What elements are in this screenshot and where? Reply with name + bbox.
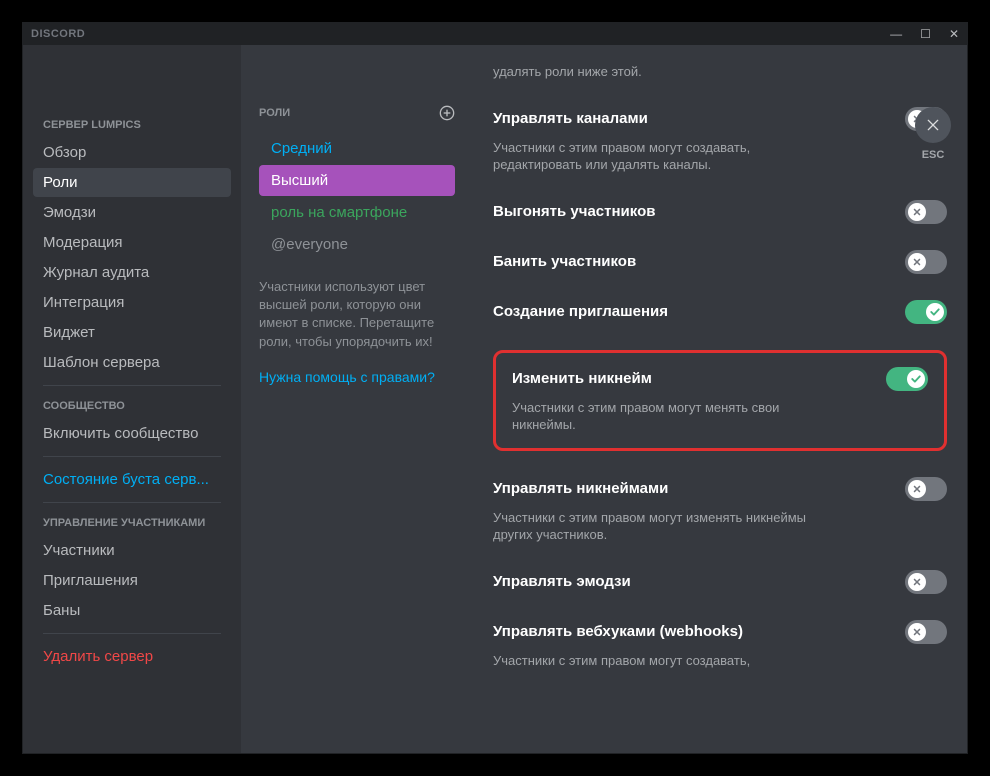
permission-block: Управлять эмодзи [493, 570, 947, 594]
titlebar: DISCORD — ☐ ✕ [23, 23, 967, 45]
permission-toggle[interactable] [905, 250, 947, 274]
sidebar-item[interactable]: Приглашения [33, 566, 231, 595]
x-icon [908, 253, 926, 271]
permission-row: Банить участников [493, 250, 947, 274]
permission-description: Участники с этим правом могут менять сво… [512, 399, 832, 434]
permission-row: Управлять никнеймами [493, 477, 947, 501]
sidebar-item[interactable]: Включить сообщество [33, 419, 231, 448]
sidebar-item[interactable]: Участники [33, 536, 231, 565]
permission-description: удалять роли ниже этой. [493, 63, 813, 81]
minimize-button[interactable]: — [890, 27, 902, 41]
permission-block: удалять роли ниже этой. [493, 63, 947, 81]
maximize-button[interactable]: ☐ [920, 27, 931, 41]
roles-hint: Участники используют цвет высшей роли, к… [259, 278, 455, 351]
check-icon [907, 370, 925, 388]
close-settings-button[interactable]: ESC [915, 107, 951, 161]
permission-row: Изменить никнейм [512, 367, 928, 391]
permission-title: Управлять каналами [493, 110, 648, 127]
role-item[interactable]: роль на смартфоне [259, 197, 455, 228]
sidebar-header-management: УПРАВЛЕНИЕ УЧАСТНИКАМИ [33, 511, 231, 535]
x-icon [908, 623, 926, 641]
close-button[interactable]: ✕ [949, 27, 959, 41]
sidebar-item[interactable]: Эмодзи [33, 198, 231, 227]
highlighted-permission: Изменить никнейм Участники с этим правом … [493, 350, 947, 451]
window-controls: — ☐ ✕ [890, 27, 959, 41]
sidebar-item-boost[interactable]: Состояние буста серв... [33, 465, 231, 494]
permission-description: Участники с этим правом могут создавать,… [493, 139, 813, 174]
permission-toggle[interactable] [905, 570, 947, 594]
permission-toggle[interactable] [905, 620, 947, 644]
permission-description: Участники с этим правом могут создавать, [493, 652, 813, 670]
permission-block: Управлять каналами Участники с этим право… [493, 107, 947, 174]
permission-title: Изменить никнейм [512, 370, 652, 387]
x-icon [908, 573, 926, 591]
sidebar-item[interactable]: Баны [33, 596, 231, 625]
role-item[interactable]: Средний [259, 133, 455, 164]
roles-header-label: РОЛИ [259, 107, 290, 119]
sidebar-item[interactable]: Журнал аудита [33, 258, 231, 287]
sidebar-item[interactable]: Модерация [33, 228, 231, 257]
permission-row: Управлять эмодзи [493, 570, 947, 594]
permission-block: Выгонять участников [493, 200, 947, 224]
check-icon [926, 303, 944, 321]
permission-toggle[interactable] [905, 477, 947, 501]
permission-toggle[interactable] [905, 300, 947, 324]
sidebar-item[interactable]: Обзор [33, 138, 231, 167]
permissions-column: удалять роли ниже этой. Управлять каналам… [473, 45, 967, 753]
divider [43, 385, 221, 386]
permission-title: Создание приглашения [493, 303, 668, 320]
sidebar-item-delete-server[interactable]: Удалить сервер [33, 642, 231, 671]
permission-block: Управлять вебхуками (webhooks) Участники … [493, 620, 947, 670]
permission-block: Банить участников [493, 250, 947, 274]
permission-block: Управлять никнеймами Участники с этим пра… [493, 477, 947, 544]
sidebar-item[interactable]: Виджет [33, 318, 231, 347]
permission-row: Управлять каналами [493, 107, 947, 131]
roles-help-link[interactable]: Нужна помощь с правами? [259, 369, 455, 385]
esc-label: ESC [922, 149, 945, 161]
settings-sidebar: СЕРВЕР LUMPICS ОбзорРолиЭмодзиМодерацияЖ… [23, 45, 241, 753]
x-icon [908, 480, 926, 498]
roles-header: РОЛИ [259, 105, 455, 121]
permission-row: Выгонять участников [493, 200, 947, 224]
permission-block: Создание приглашения [493, 300, 947, 324]
x-icon [908, 203, 926, 221]
add-role-icon[interactable] [439, 105, 455, 121]
permission-title: Банить участников [493, 253, 636, 270]
permission-row: Создание приглашения [493, 300, 947, 324]
divider [43, 456, 221, 457]
permission-title: Управлять вебхуками (webhooks) [493, 623, 743, 640]
role-item[interactable]: Высший [259, 165, 455, 196]
permission-title: Управлять эмодзи [493, 573, 631, 590]
divider [43, 633, 221, 634]
close-icon [915, 107, 951, 143]
permission-title: Управлять никнеймами [493, 480, 668, 497]
sidebar-header-community: СООБЩЕСТВО [33, 394, 231, 418]
permission-toggle[interactable] [886, 367, 928, 391]
sidebar-header-server: СЕРВЕР LUMPICS [33, 113, 231, 137]
permission-row: Управлять вебхуками (webhooks) [493, 620, 947, 644]
sidebar-item[interactable]: Шаблон сервера [33, 348, 231, 377]
permission-description: Участники с этим правом могут изменять н… [493, 509, 813, 544]
sidebar-item[interactable]: Роли [33, 168, 231, 197]
roles-column: РОЛИ СреднийВысшийроль на смартфоне@ever… [241, 45, 473, 753]
sidebar-item[interactable]: Интеграция [33, 288, 231, 317]
divider [43, 502, 221, 503]
permission-toggle[interactable] [905, 200, 947, 224]
permission-title: Выгонять участников [493, 203, 655, 220]
role-item[interactable]: @everyone [259, 229, 455, 260]
app-title: DISCORD [31, 28, 85, 40]
